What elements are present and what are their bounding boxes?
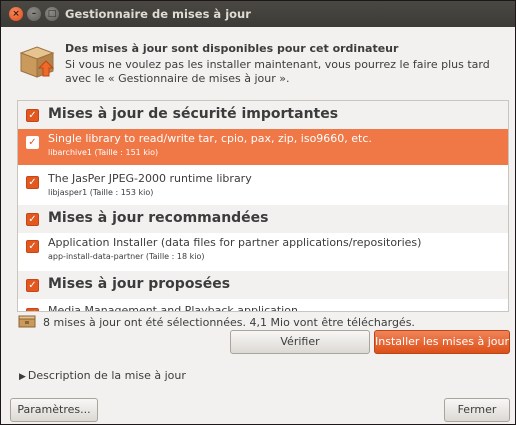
item-checkbox[interactable]: ✓	[26, 240, 39, 253]
list-item-app-install-data-partner[interactable]: ✓ Application Installer (data files for …	[18, 233, 508, 269]
window-title: Gestionnaire de mises à jour	[65, 7, 251, 21]
install-updates-button[interactable]: Installer les mises à jour	[374, 330, 510, 354]
selection-status: 8 mises à jour ont été sélectionnées. 4,…	[43, 316, 415, 329]
header-title: Des mises à jour sont disponibles pour c…	[65, 42, 399, 55]
group-recommended-updates[interactable]: ✓ Mises à jour recommandées	[18, 205, 508, 233]
title-bar[interactable]: × – □ Gestionnaire de mises à jour	[1, 1, 515, 27]
item-name: Application Installer (data files for pa…	[48, 236, 422, 249]
item-name: Media Management and Playback applicatio…	[48, 304, 298, 312]
item-size: app-install-data-partner (Taille : 18 ki…	[48, 252, 205, 261]
expander-arrow-icon: ▶	[19, 372, 26, 382]
group-title: Mises à jour de sécurité importantes	[48, 106, 339, 122]
item-size: libjasper1 (Taille : 153 kio)	[48, 188, 154, 197]
maximize-window-icon[interactable]: □	[45, 7, 59, 21]
item-size: libarchive1 (Taille : 151 kio)	[48, 148, 159, 157]
group-title: Mises à jour recommandées	[48, 210, 269, 226]
header-description: Si vous ne voulez pas les installer main…	[65, 58, 490, 85]
group-title: Mises à jour proposées	[48, 276, 231, 292]
update-manager-window: × – □ Gestionnaire de mises à jour Des m…	[0, 0, 516, 425]
group-recommended-checkbox[interactable]: ✓	[26, 213, 39, 226]
list-item-libarchive1[interactable]: ✓ Single library to read/write tar, cpio…	[18, 129, 508, 165]
settings-button[interactable]: Paramètres...	[10, 398, 98, 422]
group-proposed-checkbox[interactable]: ✓	[26, 279, 39, 292]
package-update-icon	[19, 46, 55, 78]
group-security-updates[interactable]: ✓ Mises à jour de sécurité importantes	[18, 101, 508, 129]
update-description-expander[interactable]: ▶ Description de la mise à jour	[19, 369, 186, 382]
item-name: Single library to read/write tar, cpio, …	[48, 132, 372, 145]
minimize-window-icon[interactable]: –	[27, 7, 41, 21]
group-proposed-updates[interactable]: ✓ Mises à jour proposées	[18, 271, 508, 299]
item-checkbox[interactable]: ✓	[26, 176, 39, 189]
list-item-libjasper1[interactable]: ✓ The JasPer JPEG-2000 runtime library l…	[18, 169, 508, 205]
item-checkbox[interactable]: ✓	[26, 136, 39, 149]
group-security-checkbox[interactable]: ✓	[26, 109, 39, 122]
item-checkbox[interactable]: ✓	[26, 308, 39, 311]
list-item-media-management[interactable]: ✓ Media Management and Playback applicat…	[18, 301, 508, 312]
package-icon	[18, 315, 36, 328]
close-button[interactable]: Fermer	[444, 398, 510, 422]
item-name: The JasPer JPEG-2000 runtime library	[48, 172, 252, 185]
updates-list[interactable]: ✓ Mises à jour de sécurité importantes ✓…	[17, 100, 509, 312]
expander-label: Description de la mise à jour	[27, 369, 186, 382]
close-window-icon[interactable]: ×	[9, 7, 23, 21]
check-button[interactable]: Vérifier	[230, 330, 370, 354]
